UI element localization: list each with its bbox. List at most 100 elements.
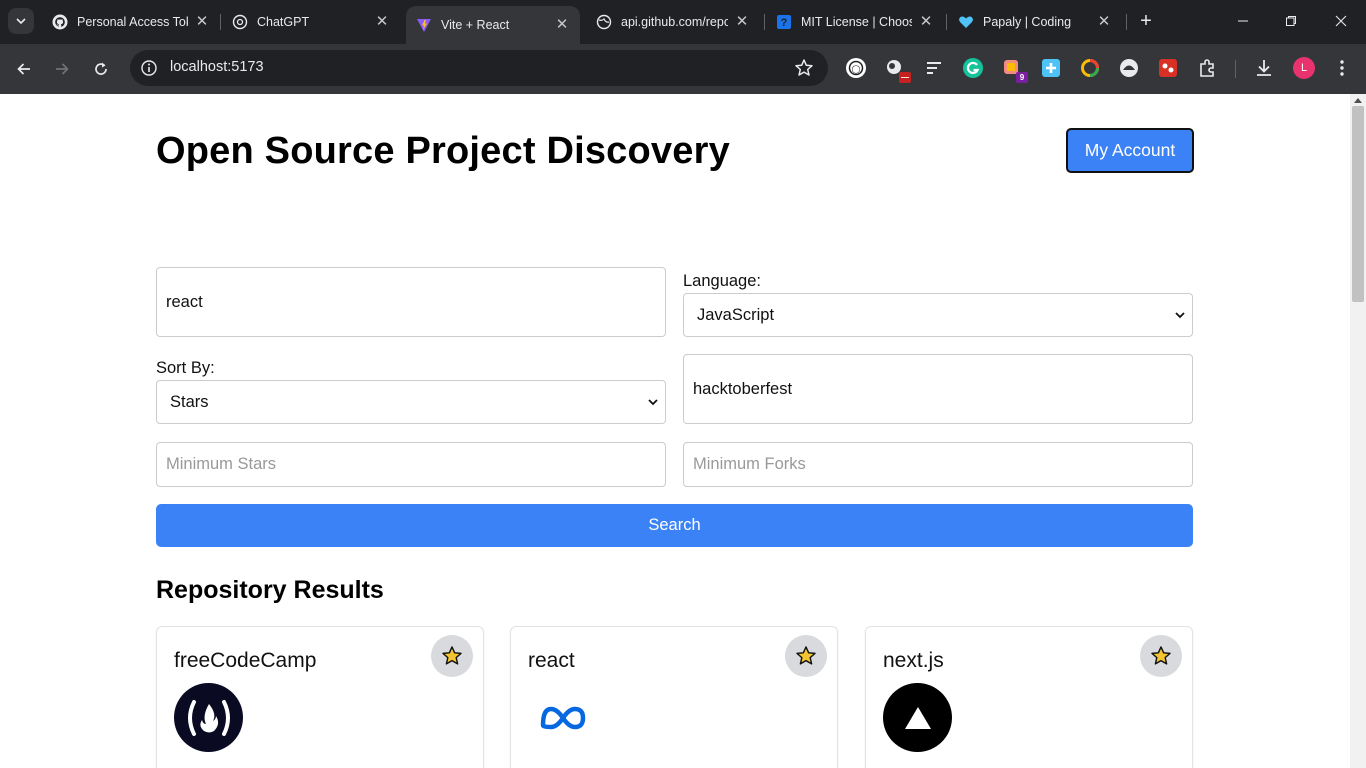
favorite-star-button[interactable] bbox=[431, 635, 473, 677]
extension-icon-2[interactable]: — bbox=[884, 57, 911, 83]
restore-icon bbox=[1286, 16, 1296, 26]
tab-divider bbox=[220, 14, 221, 30]
extension-puzzle-red-icon[interactable] bbox=[1157, 57, 1179, 79]
heart-icon bbox=[958, 14, 974, 30]
browser-toolbar: localhost:5173 ◯ — 9 bbox=[0, 44, 1366, 94]
favorite-star-button[interactable] bbox=[1140, 635, 1182, 677]
extension-ring-icon[interactable] bbox=[1079, 57, 1101, 79]
sort-by-select[interactable]: Stars bbox=[156, 380, 666, 424]
extension-icon-1[interactable]: ◯ bbox=[845, 57, 867, 79]
repo-name: next.js bbox=[883, 649, 944, 672]
close-tab-icon[interactable]: ✕ bbox=[374, 14, 390, 30]
language-select[interactable]: JavaScript bbox=[683, 293, 1193, 337]
back-arrow-icon bbox=[17, 63, 30, 75]
repo-card-freecodecamp[interactable]: freeCodeCamp bbox=[156, 626, 484, 768]
extension-icon-5[interactable]: 9 bbox=[1001, 57, 1028, 83]
forward-button[interactable] bbox=[48, 55, 76, 83]
close-window-button[interactable] bbox=[1318, 6, 1364, 36]
page-scrollbar[interactable] bbox=[1350, 94, 1366, 768]
tab-title: api.github.com/repo bbox=[621, 15, 728, 29]
grammarly-icon[interactable] bbox=[962, 57, 984, 79]
nextjs-logo bbox=[883, 683, 952, 752]
reload-button[interactable] bbox=[87, 55, 115, 83]
tab-personal-access-tokens[interactable]: Personal Access Tok ✕ bbox=[42, 6, 220, 38]
close-tab-icon[interactable]: ✕ bbox=[554, 17, 570, 33]
extension-badge-count: 9 bbox=[1016, 72, 1028, 83]
site-info-icon[interactable] bbox=[140, 59, 158, 77]
tab-divider bbox=[946, 14, 947, 30]
meta-logo bbox=[528, 683, 597, 752]
download-icon[interactable] bbox=[1253, 57, 1275, 79]
chevron-down-icon bbox=[16, 18, 26, 25]
reload-icon bbox=[95, 62, 107, 75]
back-button[interactable] bbox=[10, 55, 38, 83]
address-bar[interactable]: localhost:5173 bbox=[130, 50, 828, 86]
new-tab-button[interactable]: + bbox=[1134, 10, 1158, 34]
sort-select-value: Stars bbox=[170, 392, 209, 411]
tab-divider bbox=[1126, 14, 1127, 30]
toolbar-divider bbox=[1235, 60, 1236, 78]
search-button[interactable]: Search bbox=[156, 504, 1193, 547]
chevron-down-icon bbox=[648, 399, 658, 406]
vite-icon bbox=[416, 17, 432, 33]
tab-title: Personal Access Tok bbox=[77, 15, 188, 29]
tab-title: Vite + React bbox=[441, 18, 510, 32]
tab-title: MIT License | Choos bbox=[801, 15, 912, 29]
github-icon bbox=[52, 14, 68, 30]
repo-name: freeCodeCamp bbox=[174, 649, 317, 672]
search-query-input[interactable]: react bbox=[156, 267, 666, 337]
tab-title: Papaly | Coding bbox=[983, 15, 1072, 29]
url-text: localhost:5173 bbox=[170, 59, 264, 75]
language-label: Language: bbox=[683, 272, 761, 290]
topic-input[interactable]: hacktoberfest bbox=[683, 354, 1193, 424]
close-tab-icon[interactable]: ✕ bbox=[918, 14, 934, 30]
chevron-down-icon bbox=[1175, 312, 1185, 319]
close-tab-icon[interactable]: ✕ bbox=[734, 14, 750, 30]
browser-tab-strip: Personal Access Tok ✕ ChatGPT ✕ Vite + R… bbox=[0, 0, 1366, 44]
star-icon bbox=[796, 646, 816, 665]
repo-card-react[interactable]: react bbox=[510, 626, 838, 768]
extension-icon-3[interactable] bbox=[923, 57, 945, 79]
close-tab-icon[interactable]: ✕ bbox=[194, 14, 210, 30]
forward-arrow-icon bbox=[56, 63, 69, 75]
page-viewport: Open Source Project Discovery My Account… bbox=[0, 94, 1350, 768]
question-icon: ? bbox=[776, 14, 792, 30]
tab-search-button[interactable] bbox=[8, 8, 34, 34]
chatgpt-icon bbox=[232, 14, 248, 30]
tab-vite-react[interactable]: Vite + React ✕ bbox=[406, 6, 580, 44]
globe-icon bbox=[596, 14, 612, 30]
tab-title: ChatGPT bbox=[257, 15, 310, 29]
sort-by-label: Sort By: bbox=[156, 359, 215, 377]
repo-name: react bbox=[528, 649, 575, 672]
menu-dots-icon[interactable] bbox=[1331, 57, 1353, 79]
minimum-stars-input[interactable]: Minimum Stars bbox=[156, 442, 666, 487]
extension-plus-icon[interactable] bbox=[1040, 57, 1062, 79]
extension-helmet-icon[interactable] bbox=[1118, 57, 1140, 79]
minimize-icon bbox=[1238, 20, 1248, 22]
repo-card-nextjs[interactable]: next.js bbox=[865, 626, 1193, 768]
minimize-button[interactable] bbox=[1220, 6, 1266, 36]
results-heading: Repository Results bbox=[156, 576, 384, 604]
tab-api-github[interactable]: api.github.com/repo ✕ bbox=[586, 6, 760, 38]
favorite-star-button[interactable] bbox=[785, 635, 827, 677]
star-icon bbox=[1151, 646, 1171, 665]
page-title: Open Source Project Discovery bbox=[156, 130, 730, 172]
my-account-button[interactable]: My Account bbox=[1066, 128, 1194, 173]
scroll-up-arrow-icon[interactable] bbox=[1354, 98, 1362, 103]
tab-papaly[interactable]: Papaly | Coding ✕ bbox=[948, 6, 1122, 38]
bookmark-star-icon[interactable] bbox=[794, 58, 814, 78]
extension-badge-red: — bbox=[899, 72, 911, 83]
tab-divider bbox=[764, 14, 765, 30]
svg-text:?: ? bbox=[781, 17, 788, 29]
close-icon bbox=[1335, 15, 1347, 27]
scrollbar-thumb[interactable] bbox=[1352, 106, 1364, 302]
minimum-forks-input[interactable]: Minimum Forks bbox=[683, 442, 1193, 487]
profile-avatar[interactable]: L bbox=[1293, 57, 1315, 79]
freecodecamp-logo bbox=[174, 683, 243, 752]
close-tab-icon[interactable]: ✕ bbox=[1096, 14, 1112, 30]
tab-mit-license[interactable]: ? MIT License | Choos ✕ bbox=[766, 6, 944, 38]
extensions-puzzle-icon[interactable] bbox=[1196, 57, 1218, 79]
restore-button[interactable] bbox=[1268, 6, 1314, 36]
tab-chatgpt[interactable]: ChatGPT ✕ bbox=[222, 6, 400, 38]
star-icon bbox=[442, 646, 462, 665]
